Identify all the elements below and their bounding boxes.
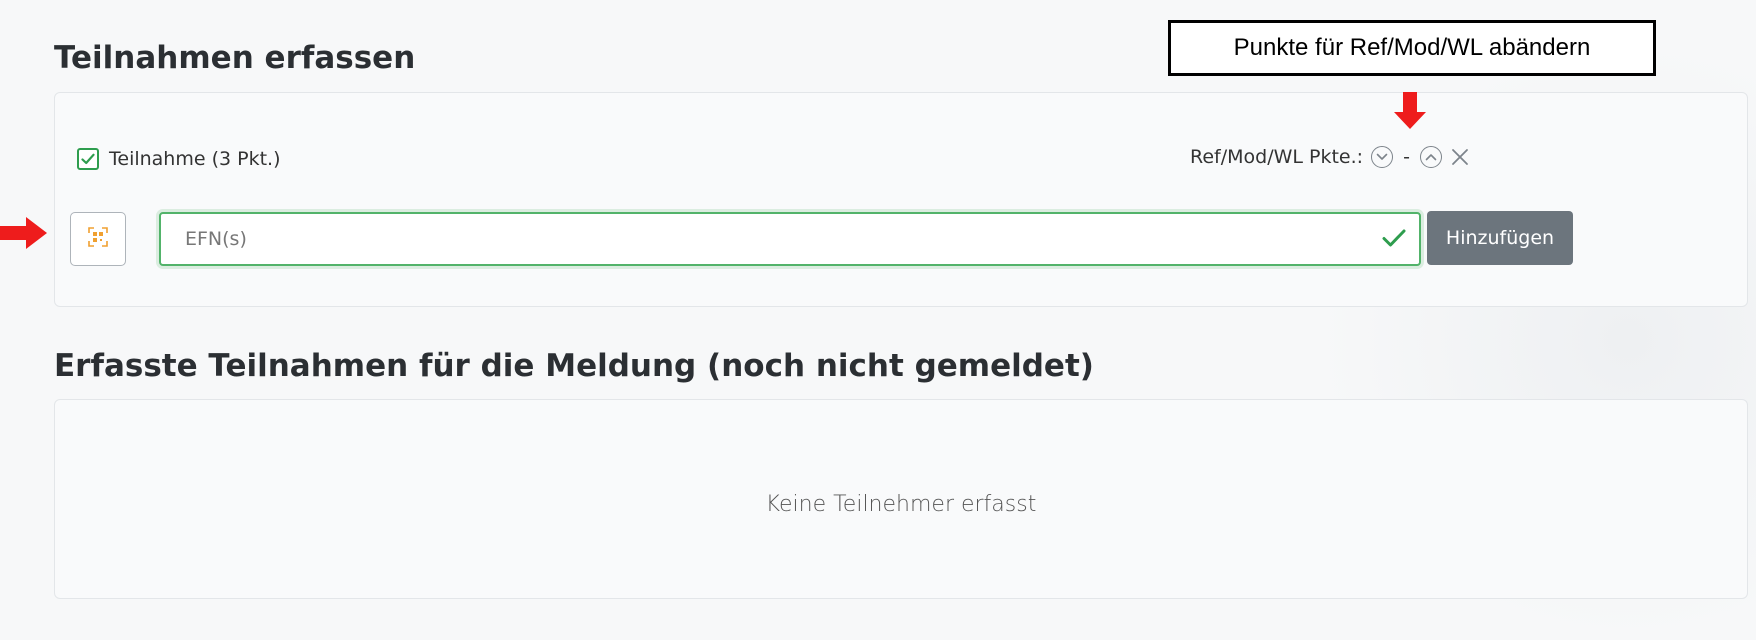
annotation-arrow-down-icon <box>1392 92 1428 134</box>
chevron-down-circle-icon[interactable] <box>1371 146 1394 168</box>
page: Teilnahmen erfassen Teilnahme (3 Pkt.) R… <box>0 0 1756 622</box>
check-icon <box>1382 228 1406 252</box>
participation-label: Teilnahme (3 Pkt.) <box>109 148 281 170</box>
section-title-capture: Teilnahmen erfassen <box>54 40 416 76</box>
checkbox-checked-icon[interactable] <box>77 148 99 170</box>
points-label: Ref/Mod/WL Pkte.: <box>1190 146 1364 168</box>
annotation-arrow-right-icon <box>0 216 48 254</box>
capture-card: Teilnahme (3 Pkt.) Ref/Mod/WL Pkte.: - E… <box>54 92 1748 307</box>
empty-state-text: Keine Teilnehmer erfasst <box>765 492 1037 517</box>
points-control: Ref/Mod/WL Pkte.: - <box>1190 146 1470 168</box>
captured-list-card: Keine Teilnehmer erfasst <box>54 399 1748 599</box>
scan-button[interactable] <box>70 212 126 266</box>
points-separator: - <box>1403 146 1410 168</box>
add-button[interactable]: Hinzufügen <box>1427 211 1573 265</box>
qr-code-scan-icon <box>88 227 108 251</box>
chevron-up-circle-icon[interactable] <box>1419 146 1442 168</box>
annotation-callout: Punkte für Ref/Mod/WL abändern <box>1168 20 1656 76</box>
section-title-captured: Erfasste Teilnahmen für die Meldung (noc… <box>54 348 1094 384</box>
close-icon[interactable] <box>1450 147 1470 167</box>
efn-input[interactable] <box>159 212 1421 266</box>
participation-option[interactable]: Teilnahme (3 Pkt.) <box>77 148 281 170</box>
